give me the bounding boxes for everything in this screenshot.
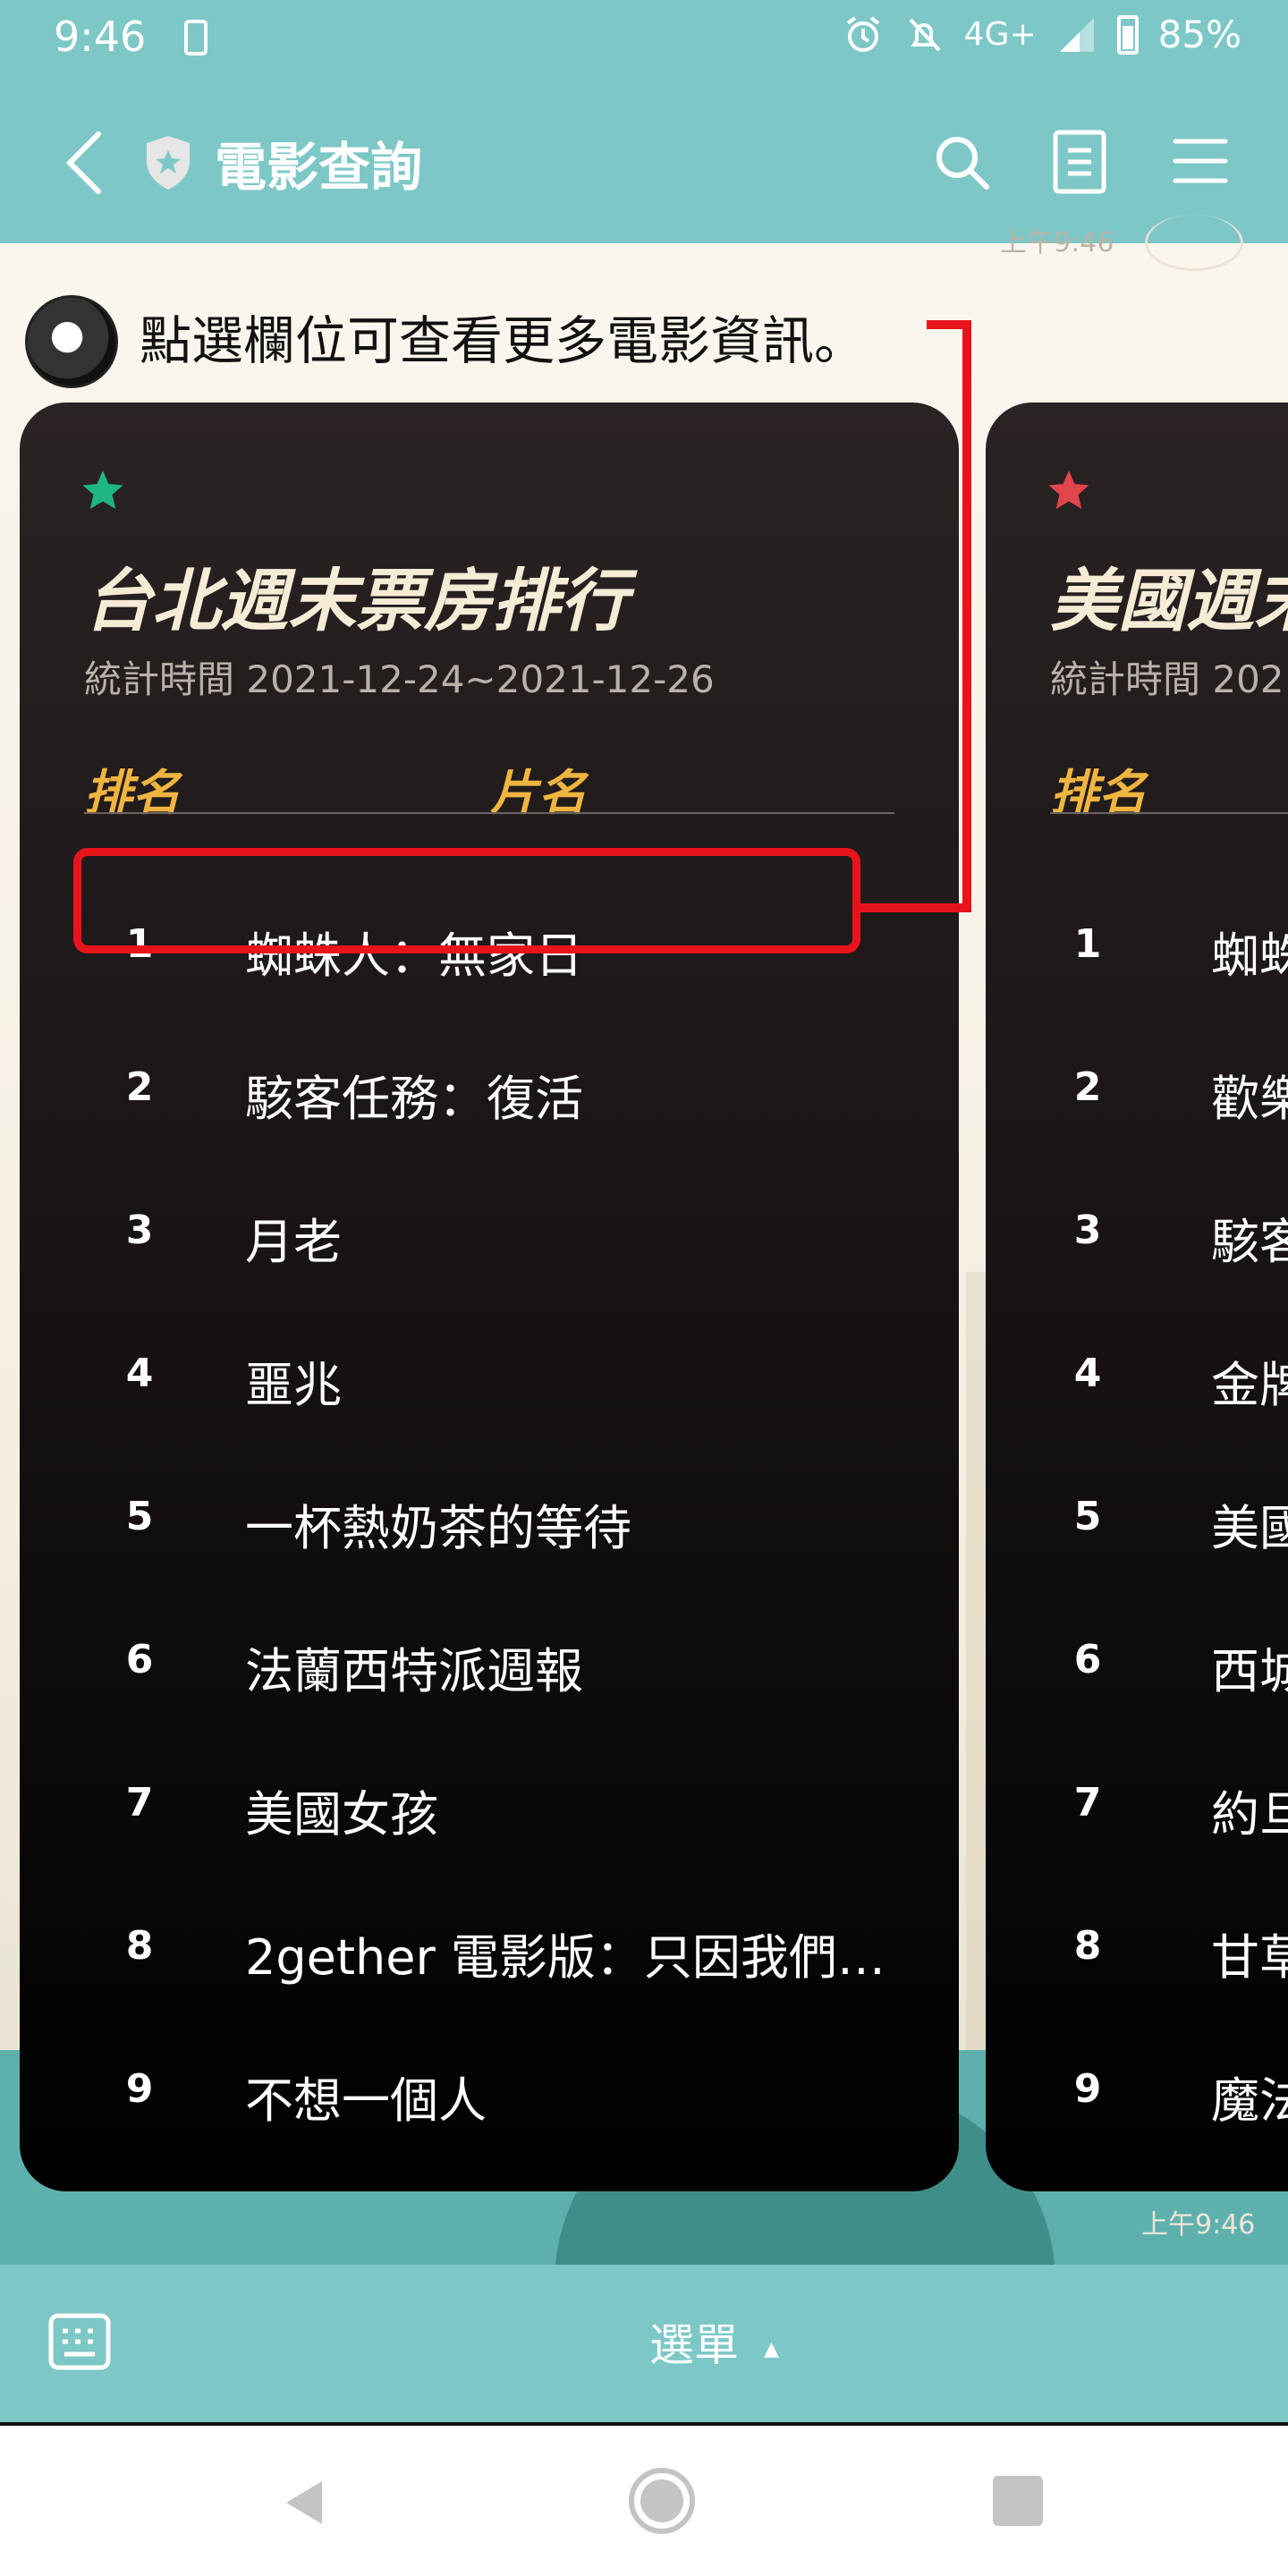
card-period: 統計時間 2021-12-24~2021-12-26 — [84, 657, 715, 701]
caret-up-icon[interactable]: ▲ — [764, 2338, 779, 2360]
hamburger-menu-icon[interactable] — [1172, 134, 1229, 188]
screen: 9:46 4G+ 85% 電影查詢 上午9:46 點選欄位可查看更多電影資訊。 … — [0, 0, 1288, 2576]
ranking-row[interactable]: 3 駭客 — [986, 1172, 1288, 1303]
rank-number: 2 — [1073, 1064, 1102, 1110]
ranking-row[interactable]: 4 金牌 — [986, 1315, 1288, 1446]
annotation-line — [860, 903, 971, 912]
rank-number: 2 — [125, 1064, 154, 1110]
ranking-row[interactable]: 6 西城 — [986, 1601, 1288, 1733]
system-nav-bar — [0, 2426, 1288, 2576]
message-timestamp: 上午9:46 — [1000, 227, 1114, 258]
alarm-icon — [846, 15, 879, 52]
header-divider — [1050, 812, 1288, 814]
search-icon[interactable] — [930, 131, 993, 193]
card-period: 統計時間 202 — [1050, 657, 1284, 701]
back-arrow-icon[interactable] — [59, 127, 113, 199]
header-divider — [84, 812, 894, 814]
battery-level: 85% — [1157, 13, 1241, 56]
movie-title: 魔法 — [1211, 2072, 1288, 2129]
ranking-row[interactable]: 5 一杯熱奶茶的等待 — [20, 1458, 959, 1589]
card-title: 美國週末 — [1050, 561, 1288, 640]
status-time: 9:46 — [54, 13, 147, 61]
movie-title: 不想一個人 — [245, 2072, 487, 2129]
movie-title: 2gether 電影版：只因我們… — [245, 1929, 886, 1986]
rank-number: 4 — [125, 1351, 154, 1396]
chat-header: 電影查詢 — [0, 79, 1288, 243]
ranking-row[interactable]: 9 不想一個人 — [20, 2030, 959, 2162]
rank-number: 5 — [1073, 1494, 1102, 1539]
ranking-row[interactable]: 8 2gether 電影版：只因我們… — [20, 1887, 959, 2019]
rich-menu-bar: 選單 ▲ — [0, 2265, 1288, 2426]
rank-number: 5 — [125, 1494, 154, 1539]
rank-number: 9 — [1073, 2066, 1102, 2112]
bot-avatar[interactable] — [25, 295, 118, 388]
status-icons: 4G+ 85% — [843, 13, 1241, 56]
card-title: 台北週末票房排行 — [84, 561, 628, 640]
rank-number: 8 — [125, 1923, 154, 1969]
movie-title: 駭客 — [1211, 1214, 1288, 1270]
movie-title: 噩兆 — [245, 1357, 342, 1413]
movie-title: 月老 — [245, 1214, 342, 1270]
movie-title: 約旦 — [1211, 1786, 1288, 1843]
ranking-row[interactable]: 7 美國女孩 — [20, 1744, 959, 1876]
ranking-row[interactable]: 7 約旦 — [986, 1744, 1288, 1876]
ranking-row[interactable]: 5 美國 — [986, 1458, 1288, 1589]
star-icon — [1048, 470, 1089, 509]
highlight-box — [73, 848, 860, 953]
ranking-row[interactable]: 2 歡樂 — [986, 1029, 1288, 1160]
movie-title: 西城 — [1211, 1643, 1288, 1699]
rank-number: 7 — [125, 1780, 154, 1826]
rank-number: 6 — [1073, 1637, 1102, 1682]
ranking-row[interactable]: 10桃園 — [986, 2174, 1288, 2191]
rank-number: 3 — [125, 1208, 154, 1253]
movie-title: 法蘭西特派週報 — [245, 1643, 583, 1699]
menu-toggle[interactable]: 選單 — [649, 2309, 739, 2374]
status-bar: 9:46 4G+ 85% — [0, 0, 1288, 79]
nav-home-icon[interactable] — [626, 2465, 698, 2537]
bot-message: 點選欄位可查看更多電影資訊。 — [140, 310, 867, 371]
ranking-row[interactable]: 8 甘草 — [986, 1887, 1288, 2019]
movie-title: 歡樂 — [1211, 1071, 1288, 1127]
chat-title: 電影查詢 — [215, 137, 423, 198]
rank-number: 7 — [1073, 1780, 1102, 1826]
nav-back-icon[interactable] — [279, 2476, 333, 2529]
ranking-row[interactable]: 1 蜘蛛 — [986, 886, 1288, 1017]
ranking-row[interactable]: 10魔法滿屋 — [20, 2174, 959, 2191]
movie-title: 美國 — [1211, 1500, 1288, 1556]
ranking-row[interactable]: 2 駭客任務：復活 — [20, 1029, 959, 1160]
official-shield-icon — [147, 136, 190, 190]
rank-number: 8 — [1073, 1923, 1102, 1969]
signal-icon — [1059, 17, 1094, 52]
movie-title: 甘草 — [1211, 1929, 1288, 1986]
notes-icon[interactable] — [1052, 129, 1107, 195]
annotation-line — [962, 320, 971, 912]
ranking-row[interactable]: 4 噩兆 — [20, 1315, 959, 1446]
ranking-row[interactable]: 6 法蘭西特派週報 — [20, 1601, 959, 1733]
rank-number: 1 — [1073, 921, 1102, 967]
ranking-row[interactable]: 9 魔法 — [986, 2030, 1288, 2162]
rank-number: 4 — [1073, 1351, 1102, 1396]
rank-number: 3 — [1073, 1208, 1102, 1253]
battery-icon — [1116, 14, 1139, 55]
box-office-card-usa[interactable]: 美國週末 統計時間 202 排名 1蜘蛛2歡樂3駭客4金牌5美國6西城7約旦8甘… — [986, 402, 1288, 2191]
star-icon — [82, 470, 123, 509]
movie-title: 駭客任務：復活 — [245, 1071, 583, 1127]
rank-number: 9 — [125, 2066, 154, 2112]
message-timestamp: 上午9:46 — [1141, 2209, 1256, 2241]
movie-title: 蜘蛛 — [1211, 928, 1288, 984]
network-type: 4G+ — [963, 16, 1037, 53]
movie-title: 一杯熱奶茶的等待 — [245, 1500, 631, 1556]
nav-recents-icon[interactable] — [993, 2476, 1043, 2526]
sim-icon — [184, 20, 208, 55]
ranking-row[interactable]: 3 月老 — [20, 1172, 959, 1303]
rank-number: 6 — [125, 1637, 154, 1682]
keyboard-icon[interactable] — [48, 2313, 111, 2370]
mute-bell-icon — [909, 18, 941, 51]
box-office-card-taipei[interactable]: 台北週末票房排行 統計時間 2021-12-24~2021-12-26 排名 片… — [20, 402, 959, 2191]
previous-bubble-edge — [1145, 215, 1243, 271]
movie-title: 金牌 — [1211, 1357, 1288, 1413]
movie-title: 美國女孩 — [245, 1786, 438, 1843]
